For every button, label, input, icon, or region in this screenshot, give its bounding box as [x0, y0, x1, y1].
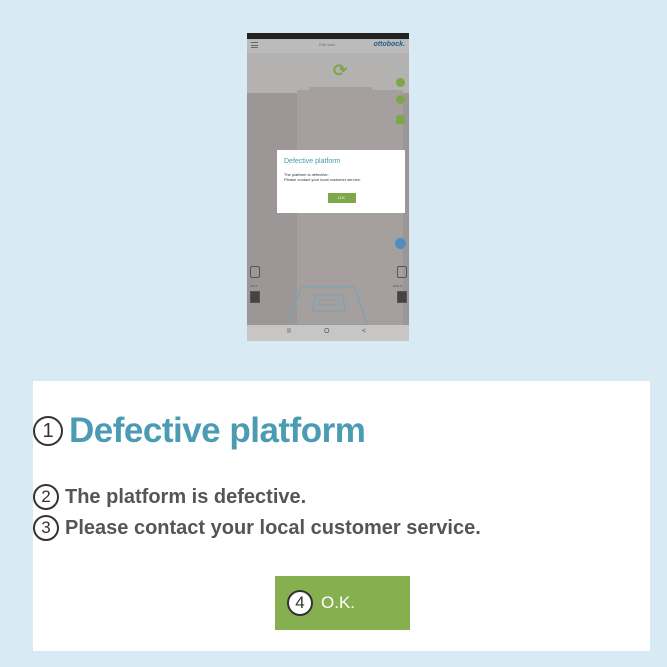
callout-number-3: 3 — [33, 515, 59, 541]
callout-number-4: 4 — [287, 590, 313, 616]
callout-ok-button[interactable]: 4 O.K. — [275, 576, 410, 630]
home-icon[interactable]: O — [324, 328, 329, 335]
right-foot-icon — [397, 266, 407, 278]
dialog-title: Defective platform — [284, 158, 341, 165]
callout-line-1-text: The platform is defective. — [65, 485, 307, 508]
callout-line-2: 3 Please contact your local customer ser… — [33, 515, 481, 541]
defective-platform-dialog: Defective platform The platform is defec… — [277, 150, 405, 213]
back-icon[interactable]: < — [362, 328, 366, 335]
left-phone-icon — [250, 291, 260, 303]
callout-line-2-text: Please contact your local customer servi… — [65, 516, 481, 539]
right-phone-icon — [397, 291, 407, 303]
menu-icon[interactable] — [251, 42, 258, 48]
callout-panel: 1 Defective platform 2 The platform is d… — [33, 381, 650, 651]
app-bar: Edit data ottobock. — [247, 39, 409, 53]
left-label: LEFT — [250, 284, 258, 288]
callout-line-1: 2 The platform is defective. — [33, 484, 306, 510]
right-label: RIGHT — [393, 284, 403, 288]
callout-ok-label: O.K. — [321, 593, 356, 612]
dialog-line-2: Please contact your local customer servi… — [284, 177, 361, 182]
sync-icon[interactable]: ⟳ — [333, 61, 347, 81]
dialog-ok-button[interactable]: O.K. — [328, 193, 356, 203]
callout-title-row: 1 Defective platform — [33, 407, 366, 455]
eye-icon[interactable] — [396, 78, 405, 87]
callout-number-2: 2 — [33, 484, 59, 510]
eye-off-icon[interactable] — [396, 95, 405, 104]
platform-floor-graphic — [288, 286, 368, 325]
android-nav-bar: II O < — [247, 325, 409, 341]
phone-screenshot: Edit data ottobock. ⟳ LEFT RIGHT Defecti… — [247, 33, 409, 341]
info-icon[interactable] — [395, 238, 406, 249]
left-foot-icon — [250, 266, 260, 278]
callout-title: Defective platform — [69, 411, 366, 450]
person-icon[interactable] — [396, 115, 405, 124]
recent-apps-icon[interactable]: II — [287, 328, 291, 335]
callout-number-1: 1 — [33, 416, 63, 446]
app-title: Edit data — [319, 42, 335, 47]
brand-logo: ottobock. — [373, 41, 406, 48]
